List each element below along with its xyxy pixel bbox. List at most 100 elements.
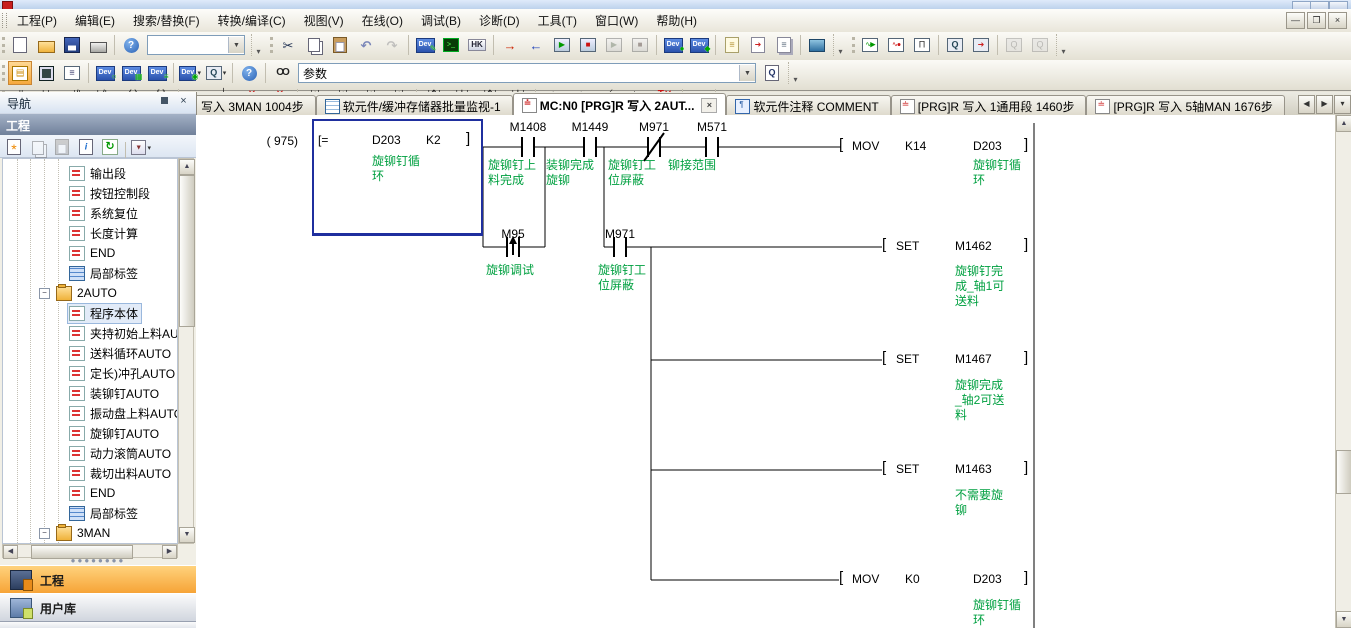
menu-item-1[interactable]: 工程(P) [8,9,66,32]
tree-expander-icon[interactable]: − [39,528,50,539]
compare-arg2[interactable]: K2 [426,133,441,147]
monitor-write-icon[interactable] [628,33,652,57]
instruction-arg[interactable]: M1467 [955,352,992,366]
menu-item-9[interactable]: 工具(T) [529,9,586,32]
watch-register-icon[interactable] [884,33,908,57]
tab-close-icon[interactable]: × [701,98,717,113]
contact-device-label[interactable]: M1408 [496,120,560,134]
tree-item-13[interactable]: 振动盘上料AUTO [3,403,177,423]
redo-icon[interactable]: ↷ [380,33,404,57]
navigation-window-icon[interactable] [8,61,32,85]
tree-item-8[interactable]: 程序本体 [3,303,177,323]
tree-expander-icon[interactable]: − [39,288,50,299]
new-project-icon[interactable] [8,33,32,57]
monitor-start-icon[interactable] [550,33,574,57]
toolbar-overflow-icon-1[interactable]: ▾ [251,34,265,56]
toolbar-overflow-icon-2[interactable]: ▾ [833,34,847,56]
project-path-combobox[interactable]: ▼ [147,35,245,55]
refresh-icon[interactable] [99,136,121,158]
contact-device-label[interactable]: M95 [481,227,545,241]
panel-button-用户库[interactable]: 用户库 [0,593,196,623]
paste-icon[interactable] [328,33,352,57]
tree-item-3[interactable]: 系统复位 [3,203,177,223]
toolbar-overflow-icon-4[interactable]: ▾ [788,62,802,84]
device-test-icon[interactable] [943,33,967,57]
instruction-arg[interactable]: K0 [905,572,920,586]
tab-menu-button[interactable]: ▾ [1334,95,1351,114]
property-icon[interactable] [75,136,97,158]
tab-scroll-left-button[interactable]: ◀ [1298,95,1315,114]
tree-vscroll-thumb[interactable] [179,175,195,327]
tab-1[interactable]: 写入 3MAN 1004步 [196,95,316,115]
instruction-op[interactable]: SET [896,239,919,253]
module-icon[interactable] [34,61,58,85]
program-check-icon[interactable] [1028,33,1052,57]
tree-item-7[interactable]: −2AUTO [3,283,177,303]
statement-icon[interactable] [720,33,744,57]
menu-item-11[interactable]: 帮助(H) [647,9,706,32]
help-icon[interactable]: ? [119,33,143,57]
compare-arg1[interactable]: D203 [372,133,401,147]
tree-item-14[interactable]: 旋铆钉AUTO [3,423,177,443]
undo-icon[interactable]: ↶ [354,33,378,57]
contact-device-label[interactable]: M1449 [558,120,622,134]
tree-vertical-scrollbar[interactable]: ▲ ▼ [178,158,194,544]
toolbar-grip[interactable] [2,13,7,28]
instruction-op[interactable]: MOV [852,572,879,586]
menu-item-6[interactable]: 在线(O) [353,9,412,32]
tree-item-9[interactable]: 夹持初始上料AUTO [3,323,177,343]
tab-2[interactable]: 软元件/缓冲存储器批量监视-1 [316,95,513,115]
cut-icon[interactable]: ✂ [276,33,300,57]
instruction-arg[interactable]: M1462 [955,239,992,253]
ladder-logic-test-icon[interactable] [439,33,463,57]
instruction-op[interactable]: MOV [852,139,879,153]
menu-item-5[interactable]: 视图(V) [295,9,353,32]
panel-button-工程[interactable]: 工程 [0,565,196,595]
editor-vertical-scrollbar[interactable]: ▲ ▼ [1335,115,1351,628]
tree-item-5[interactable]: END [3,243,177,263]
scroll-down-icon[interactable]: ▼ [179,527,195,543]
scroll-up-icon[interactable]: ▲ [1336,115,1351,132]
panel-splitter-grip[interactable]: ●●●●●●●● [0,558,196,565]
forced-io-icon[interactable] [969,33,993,57]
instruction-op[interactable]: SET [896,352,919,366]
compare-op[interactable]: [= [318,133,328,147]
scroll-down-icon[interactable]: ▼ [1336,611,1351,628]
copy-data-icon[interactable] [27,137,49,159]
find-combobox[interactable]: 参数▼ [298,63,756,83]
contact-device-label[interactable]: M971 [588,227,652,241]
watch-start-icon[interactable] [858,33,882,57]
open-project-icon[interactable] [34,33,58,57]
ladder-editor[interactable]: ( 975) [= D203 K2 ] 旋铆钉循 环 M1408 M1449 M… [196,115,1335,628]
menu-item-2[interactable]: 编辑(E) [66,9,124,32]
menu-item-8[interactable]: 诊断(D) [470,9,529,32]
tree-item-1[interactable]: 输出段 [3,163,177,183]
device-registration-monitor-icon[interactable]: Dev◆ [687,33,711,57]
print-icon[interactable] [86,33,110,57]
remote-operation-icon[interactable] [805,33,829,57]
instruction-arg[interactable]: D203 [973,572,1002,586]
tree-item-16[interactable]: 裁切出料AUTO [3,463,177,483]
tab-3[interactable]: MC:N0 [PRG]R 写入 2AUT...× [513,93,727,115]
tree-item-12[interactable]: 装铆钉AUTO [3,383,177,403]
copy-icon[interactable] [302,33,326,57]
device-display-icon[interactable]: Dev◉▾ [178,61,202,85]
selected-instruction-box[interactable]: [= D203 K2 ] 旋铆钉循 环 [312,119,483,236]
scroll-left-icon[interactable]: ◀ [3,545,18,559]
scan-time-icon[interactable] [1002,33,1026,57]
scroll-right-icon[interactable]: ▶ [162,545,177,559]
tree-item-17[interactable]: END [3,483,177,503]
mdi-close-button[interactable]: × [1328,12,1347,29]
tree-item-11[interactable]: 定长)冲孔AUTO [3,363,177,383]
menu-item-3[interactable]: 搜索/替换(F) [124,9,209,32]
monitor-stop-icon[interactable] [576,33,600,57]
editor-vscroll-thumb[interactable] [1336,450,1351,494]
tree-item-4[interactable]: 长度计算 [3,223,177,243]
mdi-minimize-button[interactable]: — [1286,12,1305,29]
tree-item-10[interactable]: 送料循环AUTO [3,343,177,363]
function-list-icon[interactable] [60,61,84,85]
read-from-plc-icon[interactable]: ← [524,33,548,57]
contact-device-label[interactable]: M971 [622,120,686,134]
sampling-trace-icon[interactable] [910,33,934,57]
menu-item-4[interactable]: 转换/编译(C) [209,9,295,32]
